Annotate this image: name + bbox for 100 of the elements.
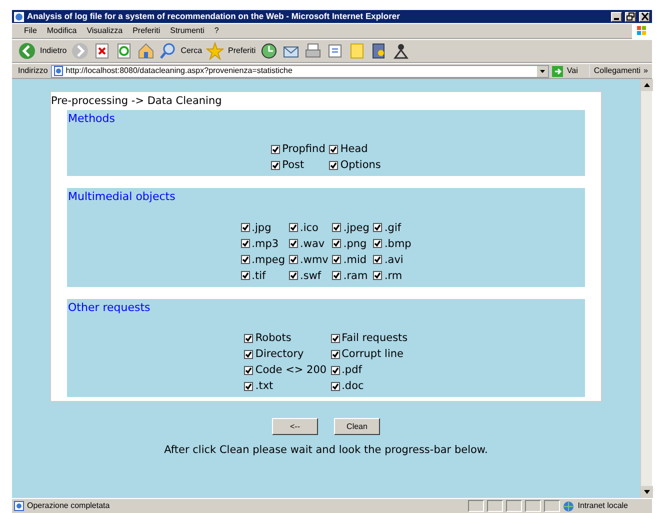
restore-button[interactable] — [625, 12, 636, 22]
checkbox[interactable] — [329, 144, 338, 154]
check-icon — [245, 382, 252, 390]
checkbox-label: Post — [282, 158, 304, 174]
star-icon — [206, 42, 224, 60]
checkbox[interactable] — [373, 271, 382, 280]
scroll-down-icon[interactable] — [641, 486, 653, 498]
go-button[interactable]: Vai — [552, 65, 578, 77]
checkbox-label: .ram — [343, 268, 368, 284]
check-icon — [245, 334, 252, 342]
checkbox-label: Robots — [255, 331, 292, 346]
menu-item[interactable]: File — [24, 25, 37, 37]
refresh-icon[interactable] — [114, 42, 133, 60]
more-links-button[interactable]: » — [644, 65, 652, 77]
checkbox[interactable] — [244, 382, 254, 391]
status-panel — [468, 500, 484, 512]
checkbox[interactable] — [240, 239, 250, 248]
checkbox[interactable] — [332, 271, 342, 280]
check-icon — [272, 146, 280, 153]
figure-icon[interactable] — [392, 42, 410, 60]
restore-icon — [626, 12, 635, 21]
status-panel — [524, 500, 541, 512]
checkbox[interactable] — [330, 382, 340, 391]
checkbox[interactable] — [329, 160, 338, 170]
checkbox-label: .avi — [384, 252, 404, 268]
back-button[interactable]: <-- — [272, 418, 318, 436]
check-icon — [290, 240, 298, 248]
links-button[interactable]: Collegamenti — [588, 65, 641, 77]
checkbox-label: .wav — [300, 236, 325, 252]
checkbox[interactable] — [244, 350, 254, 359]
window-title: Analysis of log file for a system of recommendation on the Web - Microsoft Internet Explorer — [27, 10, 401, 23]
checkbox[interactable] — [271, 160, 280, 170]
menu-item[interactable]: Strumenti — [170, 25, 204, 37]
check-icon — [332, 334, 339, 342]
stop-icon[interactable] — [92, 42, 111, 60]
checkbox-label: .swf — [300, 268, 322, 284]
checkbox-label: Code <> 200 — [255, 363, 327, 378]
checkbox[interactable] — [330, 334, 340, 343]
checkbox[interactable] — [289, 239, 298, 248]
check-icon — [332, 366, 339, 374]
checkbox[interactable] — [330, 366, 340, 375]
close-button[interactable] — [639, 12, 650, 22]
checkbox-label: .png — [343, 236, 367, 252]
menu-item[interactable]: Visualizza — [86, 25, 123, 37]
menu-item[interactable]: Preferiti — [132, 25, 160, 37]
check-icon — [332, 350, 339, 358]
checkbox-label: .tif — [252, 268, 266, 284]
search-icon — [158, 42, 177, 60]
checkbox[interactable] — [332, 223, 342, 232]
checkbox-label: .pdf — [342, 363, 362, 378]
checkbox[interactable] — [240, 255, 250, 264]
checkbox[interactable] — [240, 223, 250, 232]
printer-icon[interactable] — [304, 42, 322, 60]
checkbox[interactable] — [332, 239, 342, 248]
checkbox[interactable] — [244, 366, 254, 375]
scroll-up-icon[interactable] — [641, 79, 653, 91]
check-icon — [242, 272, 249, 280]
address-label: Indirizzo — [18, 65, 48, 77]
checkbox[interactable] — [240, 271, 250, 280]
address-field[interactable]: http://localhost:8080/datacleaning.aspx?provenienza=statistiche — [50, 64, 549, 78]
back-button[interactable]: Indietro — [18, 42, 67, 60]
menu-item[interactable]: Modifica — [46, 25, 77, 37]
status-text: Operazione completata — [27, 500, 111, 512]
checkbox[interactable] — [244, 334, 254, 343]
check-icon — [242, 240, 249, 248]
check-icon — [272, 162, 280, 169]
check-icon — [290, 256, 298, 264]
checkbox[interactable] — [373, 255, 382, 264]
check-icon — [245, 366, 252, 374]
check-icon — [290, 224, 298, 232]
checkbox-label: .wmv — [300, 252, 328, 268]
section-title: Methods — [68, 110, 116, 127]
checkbox[interactable] — [373, 223, 382, 232]
back-icon — [18, 42, 36, 60]
menu-item[interactable]: ? — [214, 25, 219, 37]
check-icon — [242, 224, 249, 232]
check-icon — [330, 162, 338, 169]
minimize-button[interactable] — [611, 12, 622, 22]
checkbox[interactable] — [332, 255, 342, 264]
zone-text: Intranet locale — [578, 500, 628, 512]
checkbox-label: .ico — [300, 220, 318, 236]
checkbox[interactable] — [289, 271, 298, 280]
scrollbar[interactable] — [640, 79, 652, 498]
checkbox[interactable] — [289, 223, 298, 232]
clean-button[interactable]: Clean — [334, 418, 380, 436]
checkbox[interactable] — [373, 239, 382, 248]
instruction-text: After click Clean please wait and look the progress-bar below. — [164, 443, 488, 458]
checkbox[interactable] — [330, 350, 340, 359]
history-icon[interactable] — [260, 42, 278, 60]
search-button[interactable]: Cerca — [158, 42, 202, 60]
arrow-icon — [552, 66, 563, 76]
checkbox[interactable] — [271, 144, 280, 154]
check-icon — [333, 240, 340, 248]
document-icon[interactable] — [326, 42, 344, 60]
star-button[interactable]: Preferiti — [206, 42, 256, 60]
status-panel — [486, 500, 503, 512]
dropdown-icon[interactable] — [536, 66, 548, 76]
check-icon — [290, 272, 298, 280]
home-icon[interactable] — [136, 42, 155, 60]
checkbox[interactable] — [289, 255, 298, 264]
